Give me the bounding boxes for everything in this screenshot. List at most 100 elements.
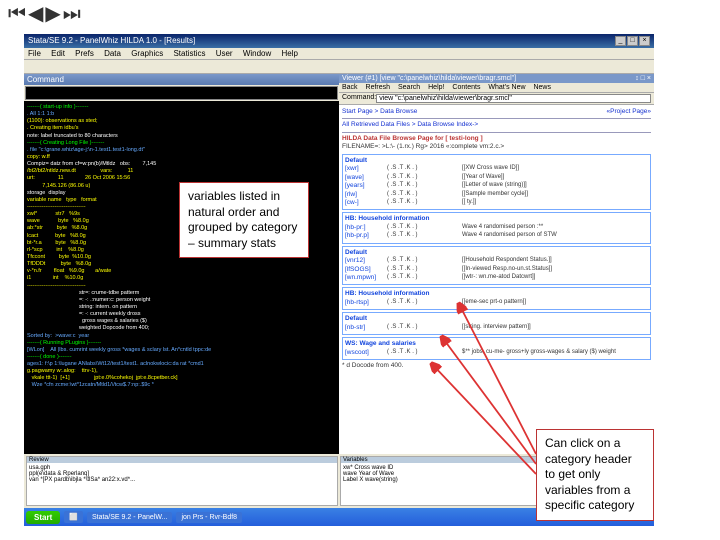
nav-last-icon[interactable]: ⏭	[63, 4, 79, 24]
var-desc: [[Year of Wave]]	[462, 174, 504, 182]
task-item-other[interactable]: jon Prs - Rvr-Bdf8	[176, 512, 242, 523]
var-flags: ( .S .T .K . )	[387, 266, 462, 274]
vt-whatsnew[interactable]: What's New	[488, 84, 525, 91]
vt-contents[interactable]: Contents	[452, 84, 480, 91]
var-name: [years]	[345, 182, 387, 190]
task-item[interactable]: ⬜	[64, 511, 83, 523]
section-header[interactable]: WS: Wage and salaries	[345, 340, 648, 348]
var-row[interactable]: [wn.mpwn]( .S .T .K . )[[wtr-: wn.me-ato…	[345, 274, 648, 282]
section-header[interactable]: HB: Household information	[345, 215, 648, 223]
var-desc: Wave 4 randomised person of STW	[462, 232, 557, 240]
var-flags: ( .S .T .K . )	[387, 199, 462, 207]
var-row[interactable]: [rlw]( .S .T .K . )[[Sample member cycle…	[345, 191, 648, 199]
var-desc: Wave 4 randomised person :**	[462, 224, 543, 232]
browse-body: Start Page > Data Browse «Project Page» Al…	[339, 105, 654, 454]
breadcrumb2[interactable]: All Retrieved Data Files > Data Browse I…	[342, 121, 651, 129]
section-default-0: Default[xwr]( .S .T .K . )[[XW Cross wav…	[342, 154, 651, 211]
minimize-icon[interactable]: _	[615, 36, 626, 46]
var-name: [wn.mpwn]	[345, 274, 387, 282]
vt-news[interactable]: News	[533, 84, 551, 91]
viewer-cmd-label: Command:	[342, 94, 376, 103]
var-name: [hb-pr:]	[345, 224, 387, 232]
section-header[interactable]: HB: Household information	[345, 290, 648, 298]
viewer-cmd-input[interactable]: view "c:\panelwhiz\hilda\viewer\bragr.sm…	[376, 94, 651, 103]
var-desc: $** jobs, cu-me- gross+ly gross-wages & …	[462, 349, 616, 357]
var-row[interactable]: [years]( .S .T .K . )[[Letter of wave (s…	[345, 182, 648, 190]
vt-search[interactable]: Search	[398, 84, 420, 91]
var-row[interactable]: [hb-rtsp]( .S .T .K . )[[eme-sec prt-o p…	[345, 299, 648, 307]
start-button[interactable]: Start	[26, 511, 60, 524]
menu-edit[interactable]: Edit	[51, 49, 65, 58]
var-row[interactable]: [hb-pr:]( .S .T .K . )Wave 4 randomised …	[345, 224, 648, 232]
vt-help[interactable]: Help!	[428, 84, 444, 91]
menu-user[interactable]: User	[216, 49, 233, 58]
var-row[interactable]: [lfSOGS]( .S .T .K . )[[In-viewed Resp.n…	[345, 266, 648, 274]
menu-file[interactable]: File	[28, 49, 41, 58]
viewer-titlebar: Viewer (#1) [view "c:\panelwhiz\hilda\vi…	[339, 74, 654, 83]
var-name: [cw-]	[345, 199, 387, 207]
menu-help[interactable]: Help	[282, 49, 298, 58]
review-item[interactable]: van *[PX pardb\ibjla *\tlSa* an22:x.vd*.…	[29, 477, 335, 483]
var-name: [hb-pr.p]	[345, 232, 387, 240]
var-desc: [[wtr-: wn.me-atod Datcwrt]]	[462, 274, 535, 282]
callout-right: Can click on a category header to get on…	[536, 429, 654, 521]
var-row[interactable]: [vnr12]( .S .T .K . )[[Household Respond…	[345, 257, 648, 265]
var-row[interactable]: [wscoot]( .S .T .K . )$** jobs, cu-me- g…	[345, 349, 648, 357]
filename-text: FILENAME=: >L:\- (1.rx.) Rg> 2016 «:comp…	[342, 143, 651, 151]
var-name: [lfSOGS]	[345, 266, 387, 274]
var-flags: ( .S .T .K . )	[387, 191, 462, 199]
command-input[interactable]	[25, 86, 338, 100]
var-flags: ( .S .T .K . )	[387, 299, 462, 307]
var-row[interactable]: [hb-pr.p]( .S .T .K . )Wave 4 randomised…	[345, 232, 648, 240]
section-header[interactable]: Default	[345, 157, 648, 165]
nav-play-icon[interactable]: ▶	[45, 4, 58, 24]
var-desc: [[Sample member cycle]]	[462, 191, 528, 199]
section-default-4: Default[nb-str]( .S .T .K . )[[string. i…	[342, 312, 651, 335]
review-title: Review	[27, 457, 337, 463]
menu-window[interactable]: Window	[243, 49, 271, 58]
var-row[interactable]: [wave]( .S .T .K . )[[Year of Wave]]	[345, 174, 648, 182]
menu-statistics[interactable]: Statistics	[173, 49, 205, 58]
section-header[interactable]: Default	[345, 249, 648, 257]
command-pane-title: Command	[24, 74, 339, 85]
nav-prev-icon[interactable]: ◀	[28, 4, 41, 24]
var-name: [wscoot]	[345, 349, 387, 357]
var-flags: ( .S .T .K . )	[387, 165, 462, 173]
menubar: File Edit Prefs Data Graphics Statistics…	[24, 48, 654, 60]
vt-refresh[interactable]: Refresh	[366, 84, 391, 91]
var-flags: ( .S .T .K . )	[387, 174, 462, 182]
var-desc: [[In-viewed Resp.no-un.st.Status]]	[462, 266, 552, 274]
var-desc: [[Household Respondent Status.]]	[462, 257, 552, 265]
var-desc: [[eme-sec prt-o pattern]]	[462, 299, 526, 307]
vt-back[interactable]: Back	[342, 84, 358, 91]
task-item-stata[interactable]: Stata/SE 9.2 - PanelW...	[87, 512, 172, 523]
page-heading: HILDA Data File Browse Page for [ testi-…	[342, 135, 651, 143]
var-name: [hb-rtsp]	[345, 299, 387, 307]
callout-left: variables listed in natural order and gr…	[179, 182, 309, 258]
menu-graphics[interactable]: Graphics	[131, 49, 163, 58]
footer-note: * d Docode from 400.	[342, 362, 651, 370]
var-row[interactable]: [cw-]( .S .T .K . )[[ ty.]]	[345, 199, 648, 207]
maximize-icon[interactable]: □	[627, 36, 638, 46]
var-row[interactable]: [xwr]( .S .T .K . )[[XW Cross wave ID]]	[345, 165, 648, 173]
var-desc: [[Letter of wave (string)]]	[462, 182, 527, 190]
var-row[interactable]: [nb-str]( .S .T .K . )[[string. intervie…	[345, 324, 648, 332]
section-household-1: HB: Household information[hb-pr:]( .S .T…	[342, 212, 651, 243]
project-link[interactable]: «Project Page»	[607, 108, 651, 116]
title-text: Stata/SE 9.2 - PanelWhiz HILDA 1.0 - [Re…	[28, 36, 195, 46]
var-name: [wave]	[345, 174, 387, 182]
menu-prefs[interactable]: Prefs	[75, 49, 94, 58]
var-name: [vnr12]	[345, 257, 387, 265]
section-wages: WS: Wage and salaries[wscoot]( .S .T .K …	[342, 337, 651, 360]
var-flags: ( .S .T .K . )	[387, 232, 462, 240]
nav-first-icon[interactable]: ⏮	[8, 4, 24, 24]
menu-data[interactable]: Data	[104, 49, 121, 58]
var-name: [xwr]	[345, 165, 387, 173]
viewer-mx[interactable]: ↕ □ ×	[635, 75, 651, 82]
section-header[interactable]: Default	[345, 315, 648, 323]
var-flags: ( .S .T .K . )	[387, 182, 462, 190]
results-output: -------( start-up info )-------. All 1:1…	[24, 101, 339, 454]
var-flags: ( .S .T .K . )	[387, 224, 462, 232]
breadcrumb[interactable]: Start Page > Data Browse	[342, 108, 417, 116]
close-icon[interactable]: ×	[639, 36, 650, 46]
